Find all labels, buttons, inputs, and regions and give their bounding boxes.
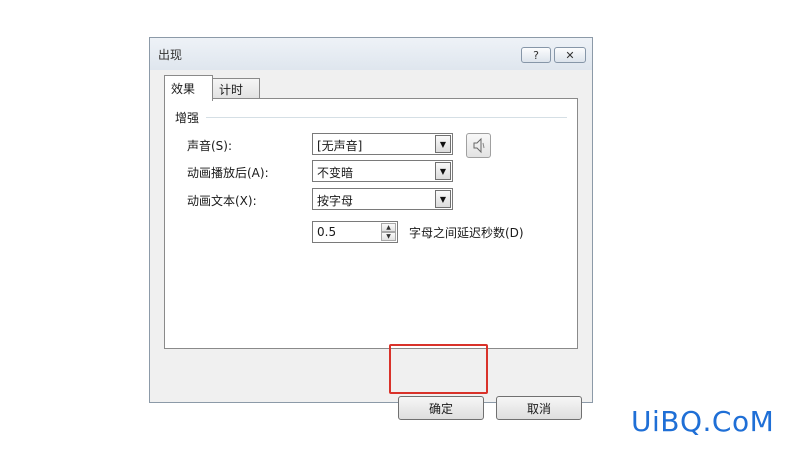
group-divider [206,117,567,118]
tab-effect[interactable]: 效果 [164,75,213,101]
animate-text-value: 按字母 [317,194,354,208]
after-animation-value: 不变暗 [317,166,354,180]
sound-preview-button[interactable] [466,133,491,158]
dialog-client: 效果 计时 增强 声音(S): [无声音] ▼ 动画播放后(A): 不变暗 ▼ … [154,71,588,420]
sound-select-value: [无声音] [317,139,363,153]
animate-text-select[interactable]: 按字母 ▼ [312,188,453,210]
tab-timing[interactable]: 计时 [212,78,260,99]
ok-button[interactable]: 确定 [398,396,484,420]
cancel-button[interactable]: 取消 [496,396,582,420]
ok-button-highlight [389,344,488,394]
title-bar: 出现 ? ✕ [150,38,592,70]
close-button[interactable]: ✕ [554,47,586,63]
help-button[interactable]: ? [521,47,551,63]
watermark: UiBQ.CoM [631,405,775,438]
spin-down-icon[interactable]: ▼ [381,232,396,241]
chevron-down-icon[interactable]: ▼ [435,190,451,208]
delay-spinner[interactable]: 0.5 ▲ ▼ [312,221,398,243]
spin-up-icon[interactable]: ▲ [381,223,396,232]
speaker-icon [473,137,485,154]
delay-value: 0.5 [317,225,337,239]
sound-select[interactable]: [无声音] ▼ [312,133,453,155]
group-label-enhancements: 增强 [175,111,200,125]
chevron-down-icon[interactable]: ▼ [435,162,451,180]
sound-label: 声音(S): [187,139,233,153]
dialog-title: 出现 [158,48,183,62]
delay-label: 字母之间延迟秒数(D) [409,226,524,240]
animation-dialog: 出现 ? ✕ 效果 计时 增强 声音(S): [无声音] ▼ 动画播放后(A):… [149,37,593,420]
after-animation-label: 动画播放后(A): [187,166,269,180]
effect-panel: 增强 声音(S): [无声音] ▼ 动画播放后(A): 不变暗 ▼ 动画文本(X… [164,98,578,349]
chevron-down-icon[interactable]: ▼ [435,135,451,153]
animate-text-label: 动画文本(X): [187,194,257,208]
after-animation-select[interactable]: 不变暗 ▼ [312,160,453,182]
